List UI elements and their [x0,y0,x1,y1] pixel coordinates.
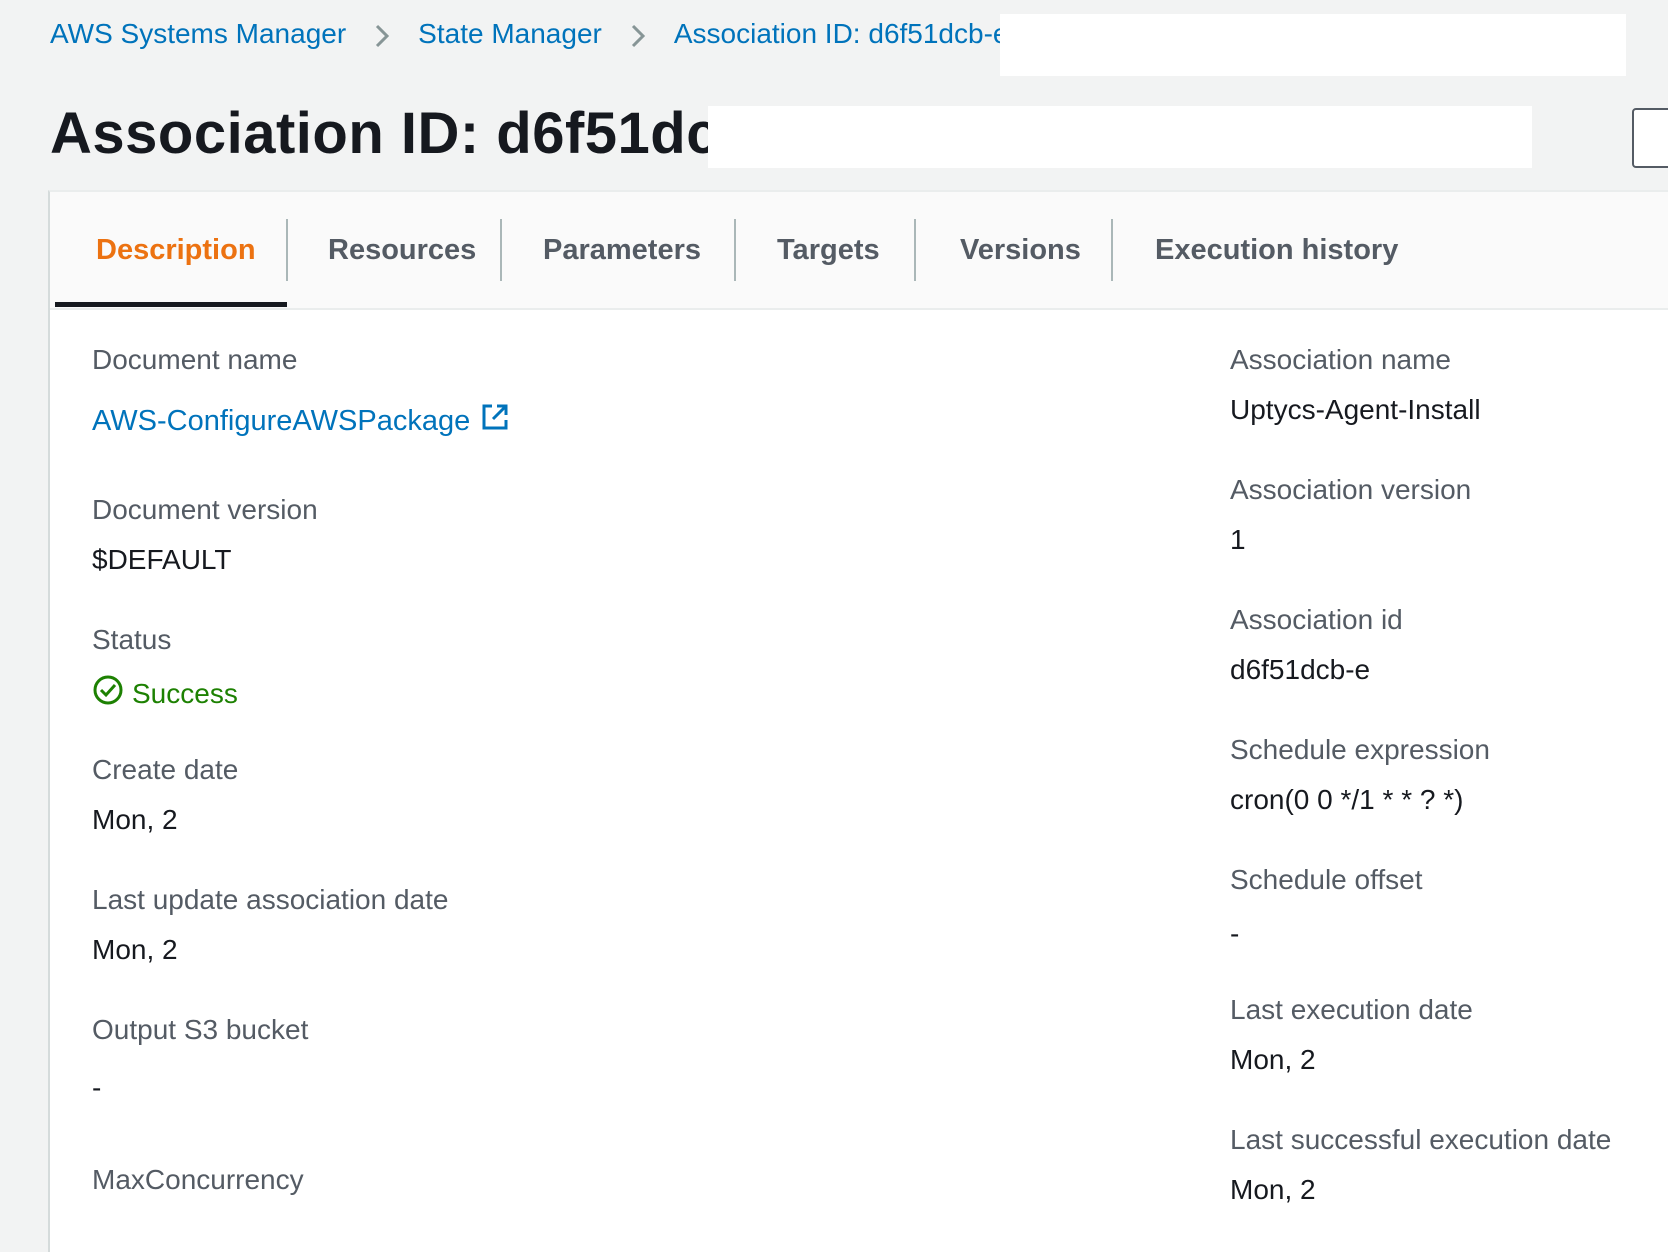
last-execution-value: Mon, 2 [1230,1044,1316,1075]
last-update-value: Mon, 2 [92,934,178,965]
header-action-button[interactable] [1632,108,1668,168]
redaction-box [1000,14,1626,76]
document-name-value[interactable]: AWS-ConfigureAWSPackage [92,405,470,438]
output-s3-value: - [92,1072,102,1103]
last-successful-execution-label: Last successful execution date [1230,1124,1612,1155]
association-id-value: d6f51dcb-е [1230,654,1371,685]
association-name-label: Association name [1230,344,1452,375]
breadcrumb-association[interactable]: Association ID: d6f51dcb-е [674,18,1009,50]
last-execution-label: Last execution date [1230,994,1473,1025]
breadcrumb-systems-manager[interactable]: AWS Systems Manager [50,18,346,50]
status-label: Status [92,624,172,655]
active-tab-indicator [55,302,287,307]
tab-parameters[interactable]: Parameters [543,218,701,282]
page-title: Association ID: d6f51dcb-е [50,101,808,166]
tab-divider [914,219,916,281]
document-version-value: $DEFAULT [92,544,232,575]
details-panel: Description Resources Parameters Targets… [48,190,1668,1252]
chevron-right-icon [602,18,674,50]
document-version-label: Document version [92,494,318,525]
status-indicator: Success [92,674,238,713]
create-date-label: Create date [92,754,239,785]
tab-targets[interactable]: Targets [777,218,880,282]
document-name-label: Document name [92,344,298,375]
max-concurrency-label: MaxConcurrency [92,1164,304,1195]
tab-resources[interactable]: Resources [328,218,476,282]
external-link-icon [480,402,510,440]
breadcrumb: AWS Systems Manager State Manager Associ… [50,18,1008,50]
document-name-link[interactable]: AWS-ConfigureAWSPackage [92,402,510,440]
status-value: Success [132,677,238,709]
tab-execution-history[interactable]: Execution history [1155,218,1398,282]
association-name-value: Uptycs-Agent-Install [1230,394,1481,425]
check-circle-icon [92,674,124,713]
tab-bar: Description Resources Parameters Targets… [50,192,1668,310]
tab-description[interactable]: Description [96,218,256,282]
tab-divider [734,219,736,281]
last-update-label: Last update association date [92,884,449,915]
chevron-right-icon [346,18,418,50]
association-version-value: 1 [1230,524,1246,555]
tab-divider [1111,219,1113,281]
redaction-box [708,106,1532,168]
association-version-label: Association version [1230,474,1472,505]
schedule-offset-value: - [1230,918,1240,949]
schedule-expression-label: Schedule expression [1230,734,1490,765]
output-s3-label: Output S3 bucket [92,1014,309,1045]
tab-divider [500,219,502,281]
schedule-expression-value: cron(0 0 */1 * * ? *) [1230,784,1464,815]
tab-versions[interactable]: Versions [960,218,1081,282]
last-successful-execution-value: Mon, 2 [1230,1174,1316,1205]
association-id-label: Association id [1230,604,1403,635]
tab-divider [286,219,288,281]
breadcrumb-state-manager[interactable]: State Manager [418,18,602,50]
schedule-offset-label: Schedule offset [1230,864,1423,895]
create-date-value: Mon, 2 [92,804,178,835]
